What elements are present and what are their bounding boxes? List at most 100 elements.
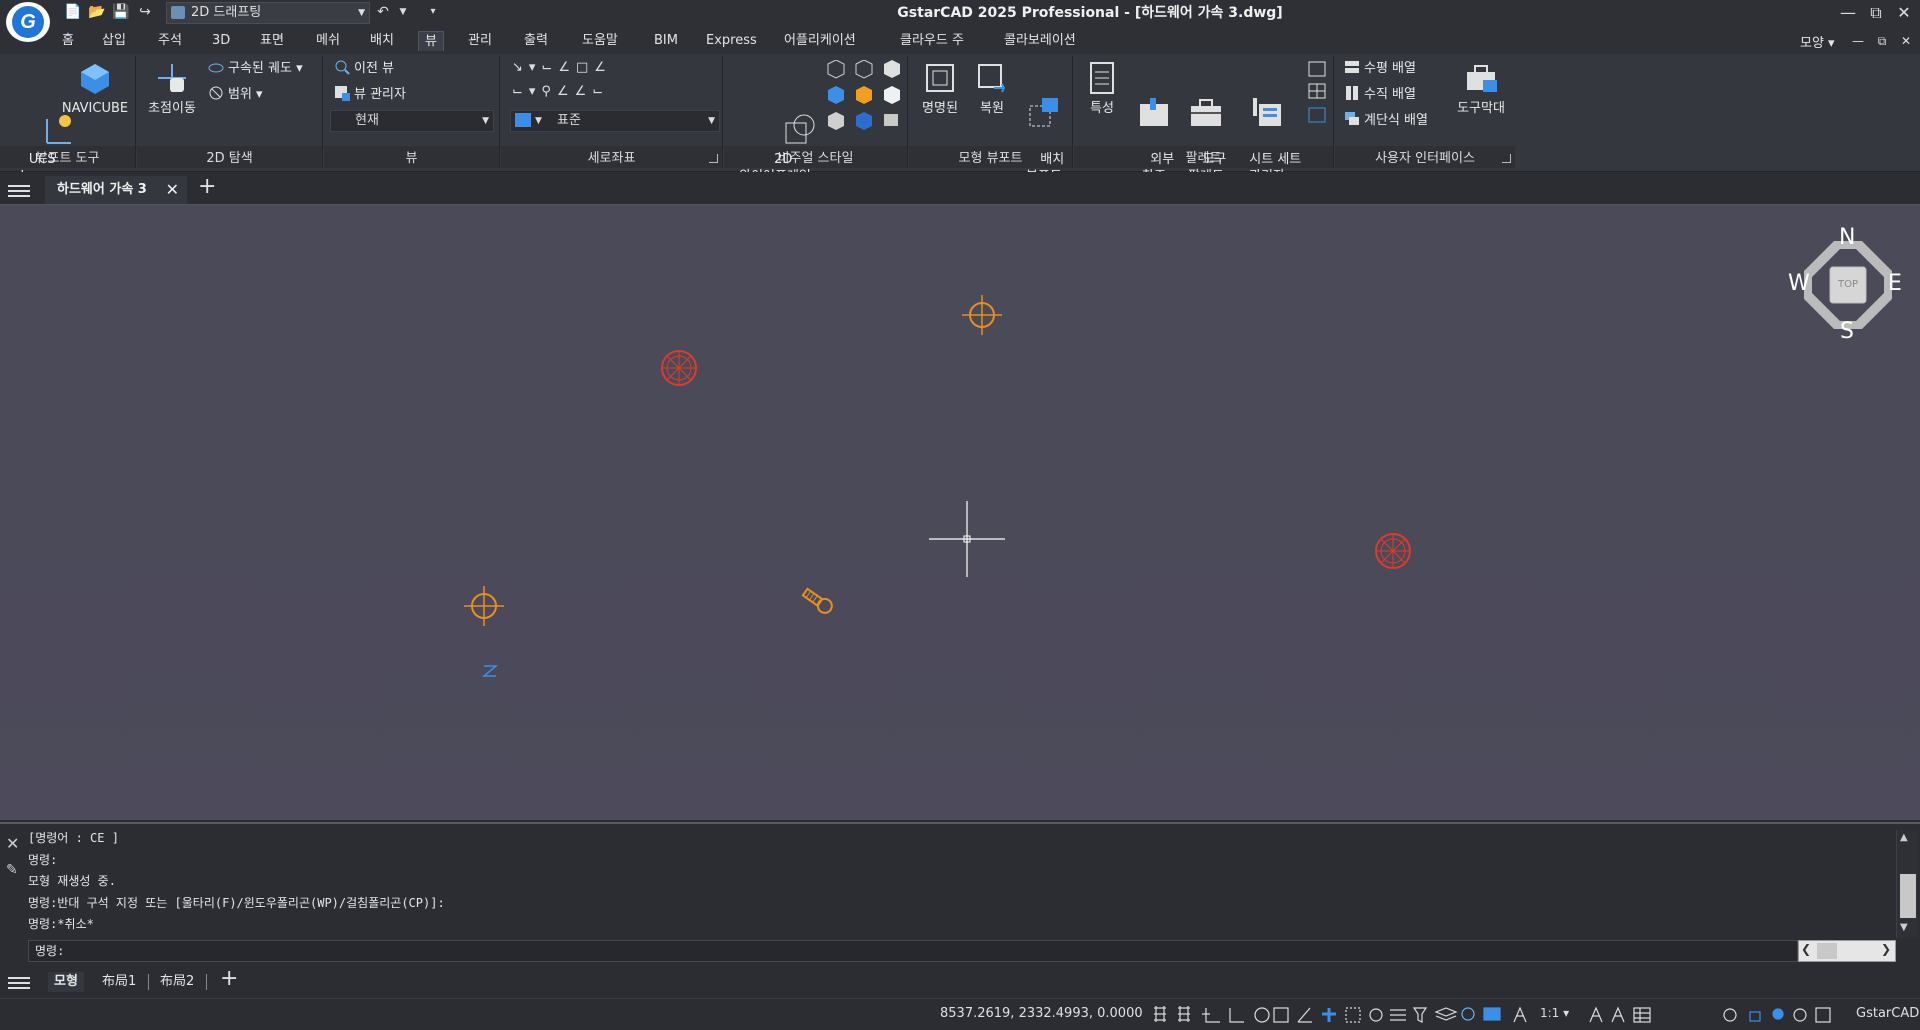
annotation-scale[interactable]: 1:1 ▾ (1540, 1006, 1569, 1020)
tab-model[interactable]: 모형 (48, 972, 84, 992)
close-command-icon[interactable]: ✕ (6, 834, 19, 853)
ribbon-close-button[interactable]: ✕ (1892, 30, 1920, 52)
named-viewports-button[interactable]: 명명된 (914, 60, 966, 117)
annotation-scale-value: 1:1 (1540, 1006, 1560, 1020)
tab-express[interactable]: Express (700, 31, 763, 51)
compass-south[interactable]: S (1840, 319, 1854, 344)
ucs-zoom-icon[interactable]: ⚲ (541, 84, 557, 99)
palette-mini-tools[interactable] (1306, 60, 1328, 136)
tab-divider (206, 974, 207, 990)
osnap-icon (1273, 1007, 1289, 1023)
ucs-object-icon[interactable]: ∠ (594, 60, 612, 75)
viewcube-face-top[interactable]: TOP (1830, 267, 1866, 303)
ucs-x-icon[interactable]: ⌙▾ (512, 84, 541, 99)
compass-west[interactable]: W (1788, 271, 1810, 296)
scroll-thumb[interactable] (1900, 874, 1916, 918)
command-input[interactable]: 명령: (28, 940, 1798, 962)
ucs-origin-icon[interactable]: ⌙ (541, 60, 558, 75)
workspace-label: 2D 드래프팅 (191, 5, 262, 20)
ucs-z-icon[interactable]: ∠ (575, 84, 593, 99)
tile-horizontal-button[interactable]: 수평 배열 (1344, 58, 1416, 80)
scroll-right-icon[interactable]: ❯ (1881, 942, 1891, 956)
tab-bim[interactable]: BIM (648, 31, 684, 51)
tab-collaboration[interactable]: 콜라보레이션 (998, 31, 1082, 51)
ucs-view-icon[interactable]: □ (576, 60, 594, 75)
close-tab-icon[interactable]: ✕ (166, 176, 179, 204)
undo-dropdown-icon[interactable]: ▼ (394, 3, 412, 21)
workspace-selector[interactable]: 2D 드래프팅 ▼ (166, 2, 370, 24)
tab-home[interactable]: 홈 (56, 31, 80, 51)
tab-help[interactable]: 도움말 (576, 31, 624, 51)
zoom-extents-button[interactable]: 범위 ▾ (208, 84, 263, 106)
tab-3d[interactable]: 3D (206, 31, 236, 51)
properties-button[interactable]: 특성 (1078, 60, 1126, 117)
scroll-up-icon[interactable]: ▲ (1900, 832, 1908, 843)
toolbar-toolbox-icon (1463, 60, 1499, 96)
tile-vertical-button[interactable]: 수직 배열 (1344, 84, 1416, 106)
scroll-down-icon[interactable]: ▼ (1900, 922, 1908, 933)
appearance-menu[interactable]: 모양 ▾ (1800, 32, 1835, 51)
tab-insert[interactable]: 삽입 (96, 31, 132, 51)
ucs-tools-row-2[interactable]: ⌙▾⚲∠∠⌙ (512, 84, 662, 106)
ucs-face-icon[interactable]: ⌙ (592, 84, 609, 99)
tab-manage[interactable]: 관리 (462, 31, 498, 51)
tab-annotate[interactable]: 주석 (152, 31, 188, 51)
ucs-world-icon[interactable]: ↘▾ (512, 60, 541, 75)
tab-layout1[interactable]: 布局1 (96, 972, 142, 992)
close-window-button[interactable]: ✕ (1890, 2, 1918, 24)
customize-qat-icon[interactable]: ▾ (424, 3, 442, 21)
undo-icon[interactable]: ↶ (374, 3, 392, 21)
cascade-button[interactable]: 계단식 배열 (1344, 110, 1428, 132)
viewcube[interactable]: TOP N S E W (1788, 225, 1902, 344)
tab-output[interactable]: 출력 (518, 31, 554, 51)
new-file-icon[interactable]: 📄 (64, 3, 82, 21)
pan-button[interactable]: 초점이동 (140, 60, 204, 117)
cursor-coordinates[interactable]: 8537.2619, 2332.4993, 0.0000 (940, 1006, 1143, 1021)
tab-layout[interactable]: 배치 (364, 31, 400, 51)
restore-viewports-button[interactable]: 복원 (968, 60, 1016, 117)
chevron-down-icon: ▼ (358, 8, 365, 18)
ucs-tools-row-1[interactable]: ↘▾⌙∠□∠ (512, 60, 662, 82)
tab-surface[interactable]: 표면 (254, 31, 290, 51)
ucs-dropdown[interactable]: ▼ 표준 ▼ (510, 110, 720, 132)
document-menu-icon[interactable] (8, 182, 30, 198)
dialog-launcher-icon[interactable] (1502, 154, 1511, 163)
constrained-orbit-button[interactable]: 구속된 궤도 ▾ (208, 58, 303, 80)
open-file-icon[interactable]: 📂 (88, 3, 106, 21)
add-layout-icon[interactable]: + (220, 966, 238, 991)
compass-north[interactable]: N (1839, 225, 1855, 250)
restore-window-button[interactable]: ⧉ (1862, 2, 1890, 24)
tab-view[interactable]: 뷰 (418, 31, 444, 51)
hscroll-thumb[interactable] (1817, 943, 1837, 959)
tab-mesh[interactable]: 메쉬 (310, 31, 346, 51)
document-tab[interactable]: 하드웨어 가속 3 ✕ (45, 176, 187, 204)
named-view-dropdown[interactable]: 현재 ▼ (330, 110, 494, 132)
minimize-window-button[interactable]: — (1834, 2, 1862, 24)
new-tab-icon[interactable]: + (198, 174, 216, 199)
customize-command-icon[interactable]: ✎ (6, 862, 18, 878)
tab-layout2[interactable]: 布局2 (154, 972, 200, 992)
command-horizontal-scrollbar[interactable]: ❮ ❯ (1798, 940, 1896, 962)
view-manager-button[interactable]: 뷰 관리자 (334, 84, 406, 106)
tab-applications[interactable]: 어플리케이션 (778, 31, 862, 51)
navicube-button[interactable]: NAVICUBE (60, 60, 130, 117)
ucs-3point-icon[interactable]: ∠ (558, 60, 576, 75)
sheet-set-icon (1249, 94, 1285, 130)
previous-view-button[interactable]: 이전 뷰 (334, 58, 394, 80)
auto-scale-icon (1611, 1006, 1625, 1023)
drawing-canvas[interactable]: TOP N S E W (0, 204, 1920, 820)
ucs-y-icon[interactable]: ∠ (557, 84, 575, 99)
visual-style-gallery[interactable] (822, 59, 906, 130)
layout-menu-icon[interactable] (8, 974, 30, 990)
tab-cloud[interactable]: 클라우드 주 (894, 31, 970, 51)
app-logo-button[interactable]: G (6, 2, 50, 42)
save-icon[interactable]: 💾 (112, 3, 130, 21)
previous-view-label: 이전 뷰 (354, 61, 395, 76)
compass-east[interactable]: E (1888, 271, 1902, 296)
toolbars-button[interactable]: 도구막대 (1450, 60, 1512, 117)
dialog-launcher-icon[interactable] (709, 154, 718, 163)
command-scrollbar[interactable]: ▲ ▼ (1896, 830, 1918, 938)
scroll-left-icon[interactable]: ❮ (1801, 942, 1811, 956)
save-as-icon[interactable]: ↪ (136, 3, 154, 21)
document-tab-label: 하드웨어 가속 3 (57, 182, 147, 197)
